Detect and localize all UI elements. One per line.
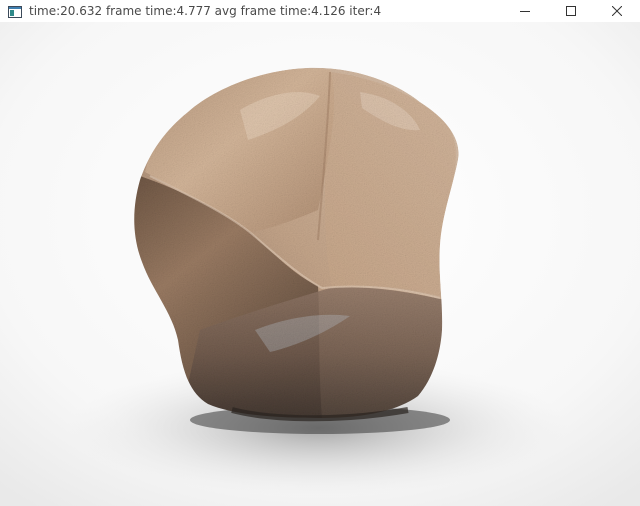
app-window-icon: [8, 5, 22, 18]
render-viewport[interactable]: [0, 22, 640, 506]
close-icon: [612, 6, 622, 16]
rock-render: [0, 22, 640, 506]
window-title: time:20.632 frame time:4.777 avg frame t…: [29, 4, 382, 18]
maximize-button[interactable]: [548, 0, 594, 22]
app-window: time:20.632 frame time:4.777 avg frame t…: [0, 0, 640, 506]
minimize-icon: [520, 11, 530, 12]
close-button[interactable]: [594, 0, 640, 22]
maximize-icon: [566, 6, 576, 16]
title-bar[interactable]: time:20.632 frame time:4.777 avg frame t…: [0, 0, 640, 22]
minimize-button[interactable]: [502, 0, 548, 22]
